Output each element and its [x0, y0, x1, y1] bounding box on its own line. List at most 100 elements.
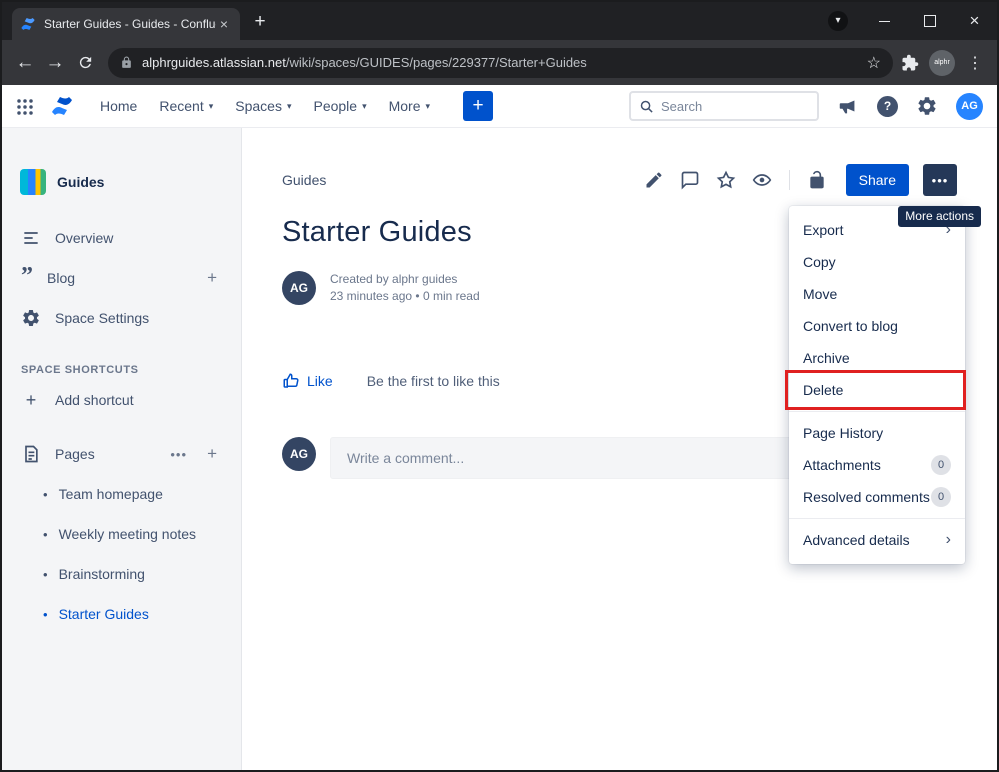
like-label: Like [307, 373, 333, 389]
bullet-icon: • [43, 487, 48, 502]
global-search[interactable] [629, 91, 819, 121]
bullet-icon: • [43, 607, 48, 622]
more-actions-menu: Export Copy Move Convert to blog Archive… [789, 206, 965, 564]
sidebar-item-overview[interactable]: Overview [2, 218, 241, 258]
sidebar-page-weekly-meeting-notes[interactable]: • Weekly meeting notes [2, 514, 241, 554]
gear-icon [21, 308, 41, 328]
nav-people-label: People [313, 98, 357, 114]
edit-icon[interactable] [639, 165, 669, 195]
watch-eye-icon[interactable] [747, 165, 777, 195]
menu-item-label: Export [803, 222, 843, 238]
reload-icon[interactable] [70, 48, 100, 78]
space-shortcuts-header: SPACE SHORTCUTS [21, 364, 241, 376]
address-bar[interactable]: alphrguides.atlassian.net/wiki/spaces/GU… [108, 48, 893, 78]
share-button[interactable]: Share [846, 164, 909, 196]
megaphone-icon[interactable] [837, 95, 859, 117]
nav-people[interactable]: People ▾ [302, 90, 377, 122]
browser-profile-avatar[interactable]: alphr [929, 50, 955, 76]
app-switcher-icon[interactable] [16, 98, 33, 115]
count-badge: 0 [931, 487, 951, 507]
nav-spaces-label: Spaces [235, 98, 282, 114]
search-input[interactable] [661, 99, 809, 114]
back-icon[interactable]: ← [10, 48, 40, 78]
blog-icon: ” [21, 271, 33, 285]
menu-item-delete[interactable]: Delete [789, 374, 965, 406]
tab-search-icon[interactable]: ▾ [828, 11, 848, 31]
add-page-icon[interactable]: + [207, 444, 217, 464]
nav-home[interactable]: Home [89, 90, 148, 122]
author-avatar[interactable]: AG [282, 271, 316, 305]
restrictions-unlock-icon[interactable] [802, 165, 832, 195]
browser-tab[interactable]: Starter Guides - Guides - Conflue × [12, 8, 240, 40]
help-icon[interactable] [877, 96, 898, 117]
space-sidebar: Guides Overview ” Blog + Space Settings … [2, 128, 242, 772]
chevron-right-icon [946, 532, 951, 548]
sidebar-item-pages[interactable]: Pages ••• + [2, 434, 241, 474]
menu-item-label: Resolved comments [803, 489, 930, 505]
browser-menu-icon[interactable]: ⋮ [965, 53, 985, 73]
page-actions: Share [639, 164, 957, 196]
menu-item-label: Copy [803, 254, 836, 270]
user-avatar[interactable]: AG [956, 93, 983, 120]
maximize-button[interactable] [907, 2, 952, 40]
plus-icon: + [21, 390, 41, 411]
lock-icon [120, 56, 133, 69]
tab-close-icon[interactable]: × [216, 16, 232, 32]
sidebar-blog-label: Blog [47, 270, 75, 286]
sidebar-item-blog[interactable]: ” Blog + [2, 258, 241, 298]
read-time: 0 min read [412, 289, 480, 303]
comment-icon[interactable] [675, 165, 705, 195]
minimize-button[interactable] [862, 2, 907, 40]
menu-item-page-history[interactable]: Page History [789, 417, 965, 449]
sidebar-page-brainstorming[interactable]: • Brainstorming [2, 554, 241, 594]
menu-item-label: Attachments [803, 457, 881, 473]
page-link-label: Brainstorming [59, 566, 145, 582]
menu-item-archive[interactable]: Archive [789, 342, 965, 374]
commenter-avatar: AG [282, 437, 316, 471]
space-name: Guides [57, 174, 104, 190]
bookmark-star-icon[interactable]: ☆ [867, 53, 881, 73]
forward-icon[interactable]: → [40, 48, 70, 78]
confluence-favicon-icon [20, 16, 36, 32]
chevron-down-icon: ▾ [362, 101, 367, 112]
menu-divider [789, 411, 965, 412]
space-header[interactable]: Guides [2, 166, 241, 198]
close-button[interactable]: × [952, 2, 997, 40]
add-blog-icon[interactable]: + [207, 268, 217, 288]
create-button[interactable]: + [463, 91, 493, 121]
menu-item-label: Delete [803, 382, 843, 398]
browser-titlebar: Starter Guides - Guides - Conflue × + ▾ … [2, 2, 997, 40]
pages-more-icon[interactable]: ••• [170, 447, 187, 462]
menu-item-move[interactable]: Move [789, 278, 965, 310]
nav-more[interactable]: More▾ [378, 90, 441, 122]
nav-recent[interactable]: Recent▾ [148, 90, 224, 122]
sidebar-page-starter-guides[interactable]: • Starter Guides [2, 594, 241, 634]
page-link-label: Team homepage [59, 486, 163, 502]
menu-item-convert-to-blog[interactable]: Convert to blog [789, 310, 965, 342]
gear-icon[interactable] [916, 95, 938, 117]
sidebar-pages-label: Pages [55, 446, 95, 462]
menu-item-label: Archive [803, 350, 850, 366]
menu-item-copy[interactable]: Copy [789, 246, 965, 278]
menu-item-resolved-comments[interactable]: Resolved comments 0 [789, 481, 965, 513]
sidebar-page-team-homepage[interactable]: • Team homepage [2, 474, 241, 514]
like-button[interactable]: Like [282, 372, 333, 390]
nav-home-label: Home [100, 98, 137, 114]
breadcrumb[interactable]: Guides [282, 172, 326, 188]
menu-item-label: Convert to blog [803, 318, 898, 334]
new-tab-button[interactable]: + [246, 9, 274, 37]
more-actions-button[interactable] [923, 164, 957, 196]
menu-item-advanced-details[interactable]: Advanced details [789, 524, 965, 556]
favorite-star-icon[interactable] [711, 165, 741, 195]
nav-spaces[interactable]: Spaces▾ [224, 90, 302, 122]
browser-toolbar: ← → alphrguides.atlassian.net/wiki/space… [2, 40, 997, 85]
sidebar-item-space-settings[interactable]: Space Settings [2, 298, 241, 338]
bullet-icon: • [43, 527, 48, 542]
menu-item-attachments[interactable]: Attachments 0 [789, 449, 965, 481]
sidebar-item-add-shortcut[interactable]: + Add shortcut [2, 380, 241, 420]
more-actions-tooltip: More actions [898, 206, 981, 227]
extensions-icon[interactable] [901, 54, 919, 72]
confluence-logo-icon[interactable] [49, 94, 75, 118]
menu-item-label: Move [803, 286, 837, 302]
tab-title: Starter Guides - Guides - Conflue [44, 17, 216, 31]
